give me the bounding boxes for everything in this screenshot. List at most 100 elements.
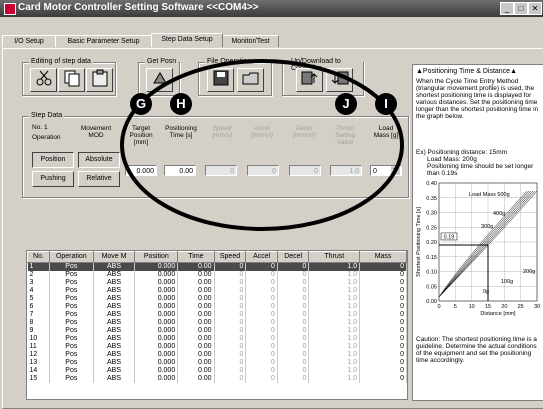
table-cell: 10: [27, 335, 50, 343]
table-cell: 0: [245, 327, 278, 335]
tab-step-data-setup[interactable]: Step Data Setup: [151, 33, 223, 47]
table-row[interactable]: 1 Pos ABS 0.000 0.00 0 0 0 1.0 0: [27, 262, 407, 271]
table-cell: 1.0: [308, 311, 361, 319]
x-tick-label: 0: [437, 304, 440, 310]
table-cell: Pos: [49, 327, 94, 335]
table-cell: 0: [277, 359, 310, 367]
table-cell: 8: [27, 319, 50, 327]
table-cell: 0.00: [177, 262, 215, 271]
help-example-1: Ex) Positioning distance: 15mm: [416, 149, 508, 156]
table-cell: Pos: [49, 351, 94, 359]
table-cell: 0.000: [134, 271, 179, 279]
table-cell: 5: [27, 295, 50, 303]
table-row[interactable]: 8 Pos ABS 0.000 0.00 0 0 0 1.0 0: [27, 319, 407, 327]
table-cell: 1.0: [308, 343, 361, 351]
table-cell: 0: [359, 367, 407, 375]
table-cell: 0: [245, 375, 278, 383]
table-cell: 0: [277, 262, 310, 271]
step-data-table[interactable]: No. Operation Move M Position Time Speed Accel…: [26, 250, 408, 400]
table-row[interactable]: 2 Pos ABS 0.000 0.00 0 0 0 1.0 0: [27, 271, 407, 279]
table-row[interactable]: 4 Pos ABS 0.000 0.00 0 0 0 1.0 0: [27, 287, 407, 295]
column-header[interactable]: Position: [134, 251, 179, 263]
table-row[interactable]: 6 Pos ABS 0.000 0.00 0 0 0 1.0 0: [27, 303, 407, 311]
table-cell: Pos: [49, 359, 94, 367]
table-row[interactable]: 12 Pos ABS 0.000 0.00 0 0 0 1.0 0: [27, 351, 407, 359]
table-cell: 0: [277, 279, 310, 287]
table-cell: 0.000: [134, 375, 179, 383]
table-cell: 0: [245, 271, 278, 279]
table-cell: Pos: [49, 375, 94, 383]
table-cell: 0: [214, 343, 247, 351]
table-cell: 9: [27, 327, 50, 335]
table-row[interactable]: 7 Pos ABS 0.000 0.00 0 0 0 1.0 0: [27, 311, 407, 319]
table-cell: 0: [359, 287, 407, 295]
column-header[interactable]: Time: [177, 251, 215, 263]
table-cell: 0: [359, 319, 407, 327]
marker-g: G: [130, 93, 152, 115]
table-cell: Pos: [49, 271, 94, 279]
table-cell: ABS: [93, 351, 136, 359]
table-cell: 1.0: [308, 367, 361, 375]
table-cell: Pos: [49, 343, 94, 351]
table-cell: 0.00: [177, 367, 215, 375]
x-tick-label: 25: [518, 304, 524, 310]
table-row[interactable]: 14 Pos ABS 0.000 0.00 0 0 0 1.0 0: [27, 367, 407, 375]
table-cell: 0.00: [177, 279, 215, 287]
table-row[interactable]: 9 Pos ABS 0.000 0.00 0 0 0 1.0 0: [27, 327, 407, 335]
table-cell: 0: [245, 303, 278, 311]
table-cell: 1.0: [308, 279, 361, 287]
table-cell: 0.00: [177, 327, 215, 335]
table-row[interactable]: 5 Pos ABS 0.000 0.00 0 0 0 1.0 0: [27, 295, 407, 303]
column-header[interactable]: No.: [27, 251, 50, 263]
table-cell: 0: [245, 279, 278, 287]
table-cell: 0: [214, 262, 247, 271]
y-tick-label: 0.40: [426, 181, 437, 187]
table-cell: 0: [359, 295, 407, 303]
table-cell: 1.0: [308, 295, 361, 303]
table-row[interactable]: 11 Pos ABS 0.000 0.00 0 0 0 1.0 0: [27, 343, 407, 351]
column-header[interactable]: Operation: [48, 251, 94, 263]
table-cell: 0: [214, 359, 247, 367]
chart-group: 0.40 0.35 0.30 0.25 0.20 0.15 0.10 0.05 0.000 5 10…: [416, 181, 540, 317]
column-header[interactable]: Move M: [92, 251, 136, 263]
table-cell: 0: [214, 319, 247, 327]
column-header[interactable]: Accel: [245, 251, 278, 263]
table-cell: 0: [277, 367, 310, 375]
help-example-3: Positioning time should be set longer th…: [427, 163, 534, 177]
marker-j: J: [335, 93, 357, 115]
table-cell: 0: [277, 327, 310, 335]
table-cell: ABS: [93, 319, 136, 327]
column-header[interactable]: Mass: [359, 251, 407, 263]
table-cell: 0: [214, 375, 247, 383]
table-cell: 0: [277, 351, 310, 359]
table-cell: 0: [277, 375, 310, 383]
table-cell: 11: [27, 343, 50, 351]
table-cell: 0: [277, 319, 310, 327]
table-cell: ABS: [93, 287, 136, 295]
x-tick-label: 10: [469, 304, 475, 310]
table-cell: 0.00: [177, 295, 215, 303]
table-row[interactable]: 13 Pos ABS 0.000 0.00 0 0 0 1.0 0: [27, 359, 407, 367]
table-cell: ABS: [93, 375, 136, 383]
table-row[interactable]: 3 Pos ABS 0.000 0.00 0 0 0 1.0 0: [27, 279, 407, 287]
table-row[interactable]: 15 Pos ABS 0.000 0.00 0 0 0 1.0 0: [27, 375, 407, 383]
column-header[interactable]: Thrust: [308, 251, 361, 263]
table-cell: 14: [27, 367, 50, 375]
x-tick-label: 20: [501, 304, 507, 310]
y-tick-label: 0.30: [426, 211, 437, 217]
step-table: No. Operation Move M Position Time Speed Accel…: [27, 251, 407, 383]
table-cell: 0: [359, 375, 407, 383]
table-cell: 0: [359, 359, 407, 367]
column-header[interactable]: Speed: [213, 251, 247, 263]
table-cell: Pos: [49, 319, 94, 327]
table-cell: 7: [27, 311, 50, 319]
table-cell: 0: [359, 311, 407, 319]
table-cell: 0: [245, 359, 278, 367]
table-row[interactable]: 10 Pos ABS 0.000 0.00 0 0 0 1.0 0: [27, 335, 407, 343]
table-cell: 2: [27, 271, 50, 279]
table-cell: ABS: [93, 335, 136, 343]
y-axis-label: Shortest Positioning Time [s]: [416, 207, 422, 277]
table-cell: 1.0: [308, 287, 361, 295]
column-header[interactable]: Decel: [276, 251, 310, 263]
table-cell: 0: [245, 311, 278, 319]
